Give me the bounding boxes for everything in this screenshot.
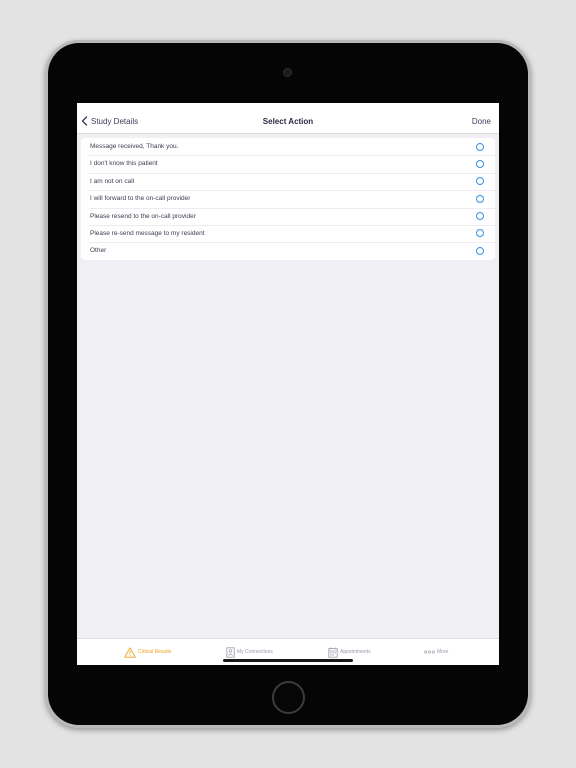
home-indicator xyxy=(223,659,353,662)
option-label: Other xyxy=(90,247,107,255)
option-row[interactable]: Please re-send message to my resident xyxy=(81,224,495,242)
option-row[interactable]: Message received, Thank you. xyxy=(81,138,495,155)
front-camera xyxy=(283,68,292,77)
radio-button[interactable] xyxy=(476,229,484,238)
radio-button[interactable] xyxy=(476,246,484,255)
option-row[interactable]: I don't know this patient xyxy=(81,155,495,172)
option-label: I don't know this patient xyxy=(90,160,158,168)
tab-critical-results[interactable]: Critical Results xyxy=(124,646,171,658)
radio-button[interactable] xyxy=(476,142,484,151)
connections-icon xyxy=(226,646,235,658)
tab-label: Appointments xyxy=(340,649,371,655)
tab-label: More xyxy=(437,649,449,655)
radio-button[interactable] xyxy=(476,177,484,186)
radio-button[interactable] xyxy=(476,212,484,221)
radio-button[interactable] xyxy=(476,159,484,168)
action-options-list: Message received, Thank you. I don't kno… xyxy=(81,138,495,260)
tab-my-connections[interactable]: My Connections xyxy=(226,646,273,658)
option-label: Please resend to the on-call provider xyxy=(90,212,196,220)
home-button[interactable] xyxy=(272,681,305,714)
tab-more[interactable]: More xyxy=(424,646,448,658)
done-button[interactable]: Done xyxy=(472,117,491,127)
page-title: Select Action xyxy=(262,117,314,126)
calendar-icon xyxy=(328,647,338,658)
option-row[interactable]: Other xyxy=(81,242,495,259)
option-label: I am not on call xyxy=(90,177,135,185)
tab-label: Critical Results xyxy=(138,649,172,655)
option-label: Message received, Thank you. xyxy=(90,143,179,150)
option-label: I will forward to the on-call provider xyxy=(90,195,191,203)
tab-label: My Connections xyxy=(237,649,273,655)
option-row[interactable]: I am not on call xyxy=(81,172,495,190)
more-dots-icon xyxy=(424,650,435,654)
navigation-bar: Study Details Select Action Done xyxy=(77,103,499,134)
option-row[interactable]: Please resend to the on-call provider xyxy=(81,207,495,225)
option-label: Please re-send message to my resident xyxy=(90,229,205,237)
tab-appointments[interactable]: Appointments xyxy=(328,646,371,658)
app-screen: Study Details Select Action Done Message… xyxy=(77,103,499,665)
warning-icon xyxy=(124,646,136,658)
option-row[interactable]: I will forward to the on-call provider xyxy=(81,190,495,207)
radio-button[interactable] xyxy=(476,194,484,203)
